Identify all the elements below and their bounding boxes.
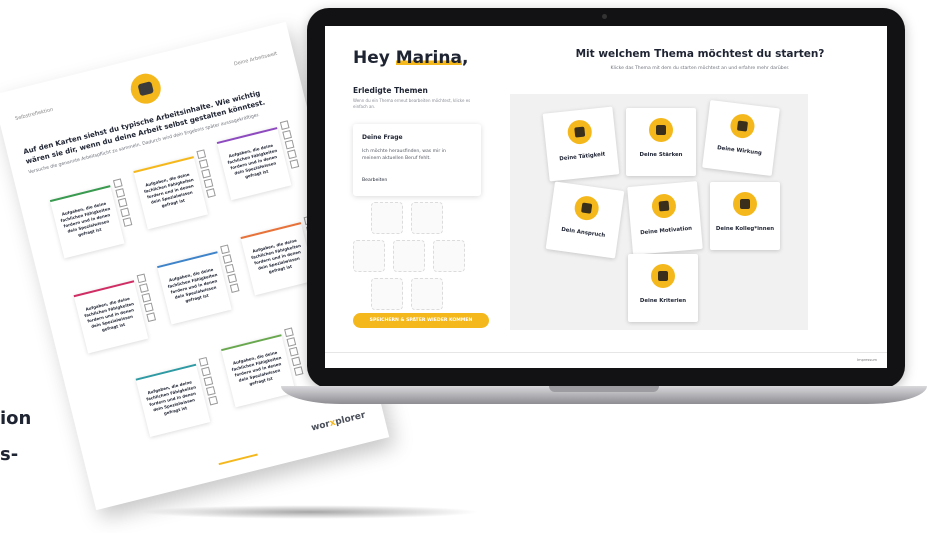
camera-icon xyxy=(602,14,607,19)
empty-topic-slot xyxy=(411,278,443,310)
worksheet-card: Aufgaben, die deine fachlichen Fähigkeit… xyxy=(157,251,232,325)
sheet-header-left: Selbstreflektion xyxy=(14,106,54,123)
worksheet-card: Aufgaben, die deine fachlichen Fähigkeit… xyxy=(49,185,125,259)
empty-topic-slot xyxy=(353,240,385,272)
completed-topics-title: Erledigte Themen xyxy=(353,86,428,95)
greeting-heading: Hey Marina, xyxy=(353,48,469,68)
completed-topics-hint: Wenn du ein Thema erneut bearbeiten möch… xyxy=(353,98,471,109)
sheet-footer-mark xyxy=(218,453,258,466)
empty-topic-slot xyxy=(371,202,403,234)
person-icon xyxy=(729,112,756,140)
topic-card-motivation[interactable]: Deine Motivation xyxy=(627,181,703,255)
laptop-screen: Hey Marina, Erledigte Themen Wenn du ein… xyxy=(325,26,887,368)
topic-card-kolleginnen[interactable]: Deine Kolleg*innen xyxy=(710,182,780,250)
topic-board: Deine Tätigkeit Deine Stärken Deine Wirk… xyxy=(510,94,808,330)
sheet-header-right: Deine Arbeitswelt xyxy=(233,50,278,68)
question-card[interactable]: Deine Frage Ich möchte herausfinden, was… xyxy=(353,124,481,196)
topic-card-staerken[interactable]: Deine Stärken xyxy=(626,108,696,176)
edit-question-link[interactable]: Bearbeiten xyxy=(362,178,387,183)
document-icon xyxy=(651,264,675,288)
strength-icon xyxy=(649,118,673,142)
edge-text-line-1: ion xyxy=(0,408,32,429)
glasses-icon xyxy=(566,118,593,146)
worksheet-card: Aufgaben, die deine fachlichen Fähigkeit… xyxy=(133,156,209,230)
question-text: Ich möchte herausfinden, was mir in mein… xyxy=(362,149,446,161)
footer-divider xyxy=(325,352,887,353)
topic-selection-title: Mit welchem Thema möchtest du starten? xyxy=(575,48,825,60)
worksheet-logo-icon xyxy=(127,70,164,107)
topic-selection-hint: Klicke das Thema mit dem du starten möch… xyxy=(610,66,790,71)
edge-text-line-2: s- xyxy=(0,444,19,465)
impressum-link[interactable]: Impressum xyxy=(857,358,877,362)
brand-logo: worxplorer xyxy=(310,410,367,434)
paper-shadow xyxy=(140,505,480,519)
topic-card-kriterien[interactable]: Deine Kriterien xyxy=(628,254,698,322)
laptop-lid: Hey Marina, Erledigte Themen Wenn du ein… xyxy=(307,8,905,388)
worksheet-card: Aufgaben, die deine fachlichen Fähigkeit… xyxy=(73,280,149,354)
worksheet-card: Aufgaben, die deine fachlichen Fähigkeit… xyxy=(240,222,316,296)
empty-topic-slot xyxy=(411,202,443,234)
worksheet-card: Aufgaben, die deine fachlichen Fähigkeit… xyxy=(135,363,211,437)
question-title: Deine Frage xyxy=(362,134,403,141)
topic-card-taetigkeit[interactable]: Deine Tätigkeit xyxy=(542,106,620,182)
empty-topic-slot xyxy=(433,240,465,272)
worksheet-card: Aufgaben, die deine fachlichen Fähigkeit… xyxy=(221,334,296,408)
empty-topic-slot xyxy=(393,240,425,272)
empty-topic-slot xyxy=(371,278,403,310)
worksheet-card: Aufgaben, die deine fachlichen Fähigkeit… xyxy=(216,127,292,201)
group-icon xyxy=(733,192,757,216)
topic-card-anspruch[interactable]: Dein Anspruch xyxy=(545,181,625,259)
save-and-return-button[interactable]: SPEICHERN & SPÄTER WIEDER KOMMEN xyxy=(353,313,489,328)
topic-card-wirkung[interactable]: Deine Wirkung xyxy=(702,99,780,177)
target-icon xyxy=(650,193,677,220)
tool-icon xyxy=(573,194,601,222)
laptop-base xyxy=(281,386,927,404)
